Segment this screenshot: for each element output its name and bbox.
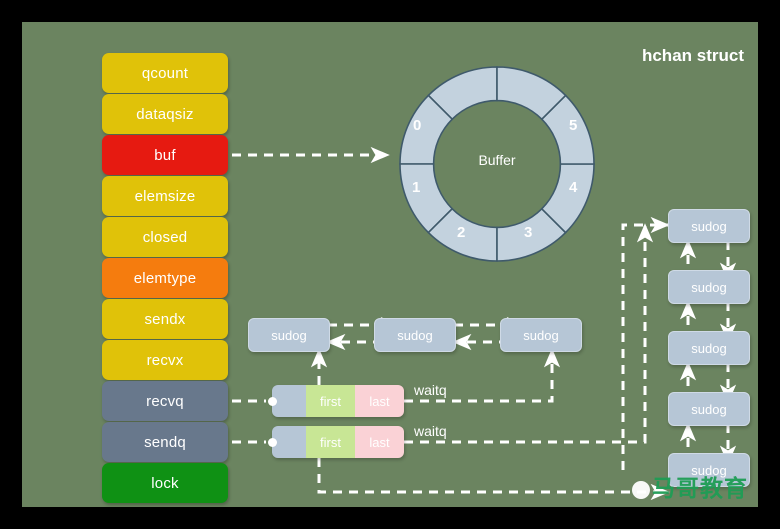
sudog-label: sudog: [397, 327, 433, 343]
sudog-label: sudog: [691, 401, 727, 417]
field-label: recvq: [146, 392, 184, 410]
sendq-waitq-box[interactable]: first last: [272, 426, 404, 458]
sudog-label: sudog: [691, 218, 727, 234]
ring-center-label: Buffer: [478, 152, 516, 168]
buffer-ring: 0 1 2 3 4 5 Buffer: [397, 64, 597, 264]
sudog-label: sudog: [271, 327, 307, 343]
field-label: sendq: [144, 433, 186, 451]
sendq-sudog-node[interactable]: sudog: [668, 209, 750, 243]
ring-slot-5: 5: [569, 117, 578, 134]
field-label: buf: [154, 146, 176, 164]
waitq-handle: [272, 426, 306, 458]
sendq-waitq-anchor-dot: [268, 438, 277, 447]
recvq-sudog-node[interactable]: sudog: [248, 318, 330, 352]
sendq-sudog-node[interactable]: sudog: [668, 392, 750, 426]
field-box-elemtype[interactable]: elemtype: [102, 258, 228, 298]
field-box-elemsize[interactable]: elemsize: [102, 176, 228, 216]
sendq-sudog-node[interactable]: sudog: [668, 270, 750, 304]
field-box-lock[interactable]: lock: [102, 463, 228, 503]
edge-rail-to-chain-head: [621, 216, 670, 470]
diagram-frame: hchan struct qcount dataqsiz buf elemsiz…: [0, 0, 780, 529]
field-box-sendq[interactable]: sendq: [102, 422, 228, 462]
smiley-icon: [632, 481, 650, 499]
waitq-first-cell[interactable]: first: [306, 426, 355, 458]
waitq-last-cell[interactable]: last: [355, 426, 404, 458]
sendq-sudog-node[interactable]: sudog: [668, 331, 750, 365]
edge-waitq2-first-down-right: [317, 458, 670, 501]
field-box-qcount[interactable]: qcount: [102, 53, 228, 93]
ring-slot-0: 0: [413, 117, 422, 134]
sudog-label: sudog: [691, 340, 727, 356]
field-label: closed: [142, 228, 188, 246]
recvq-waitq-anchor-dot: [268, 397, 277, 406]
field-label: sendx: [144, 310, 186, 328]
sudog-label: sudog: [523, 327, 559, 343]
field-label: recvx: [146, 351, 184, 369]
waitq-handle: [272, 385, 306, 417]
sudog-label: sudog: [691, 279, 727, 295]
field-box-sendx[interactable]: sendx: [102, 299, 228, 339]
field-label: dataqsiz: [136, 105, 194, 123]
ring-slot-1: 1: [412, 179, 421, 196]
ring-slot-2: 2: [457, 224, 466, 241]
watermark-text: 马哥教育: [652, 476, 748, 502]
edge-label-waitq-sendq: waitq: [414, 423, 447, 439]
page-title: hchan struct: [641, 46, 744, 65]
field-box-dataqsiz[interactable]: dataqsiz: [102, 94, 228, 134]
field-box-closed[interactable]: closed: [102, 217, 228, 257]
waitq-first-cell[interactable]: first: [306, 385, 355, 417]
recvq-sudog-node[interactable]: sudog: [374, 318, 456, 352]
field-label: lock: [151, 474, 179, 492]
edge-label-waitq-recvq: waitq: [414, 382, 447, 398]
watermark-logo: 马哥教育: [632, 469, 748, 503]
ring-slot-4: 4: [569, 179, 578, 196]
field-box-buf[interactable]: buf: [102, 135, 228, 175]
field-label: qcount: [141, 64, 189, 82]
field-box-recvq[interactable]: recvq: [102, 381, 228, 421]
field-box-recvx[interactable]: recvx: [102, 340, 228, 380]
ring-slot-3: 3: [524, 224, 533, 241]
waitq-last-cell[interactable]: last: [355, 385, 404, 417]
diagram-canvas: hchan struct qcount dataqsiz buf elemsiz…: [22, 22, 758, 507]
field-label: elemsize: [134, 187, 196, 205]
recvq-sudog-node[interactable]: sudog: [500, 318, 582, 352]
recvq-waitq-box[interactable]: first last: [272, 385, 404, 417]
field-label: elemtype: [133, 269, 197, 287]
